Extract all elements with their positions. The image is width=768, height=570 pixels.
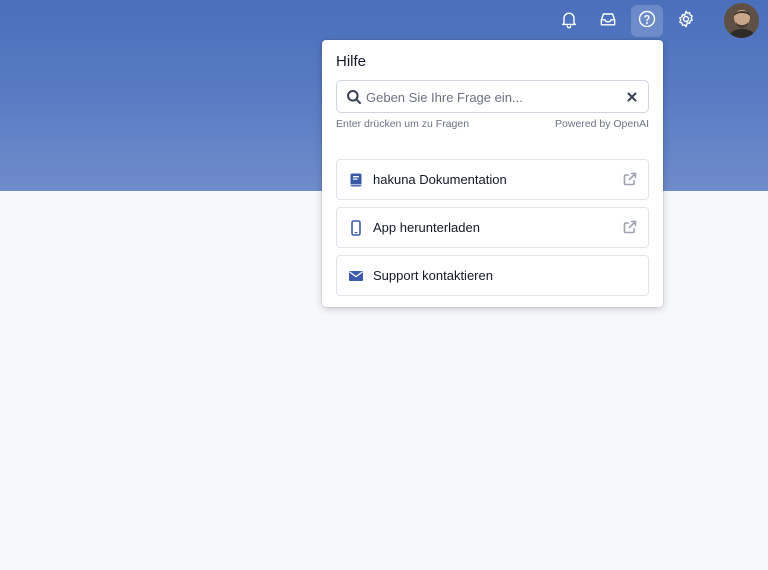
user-avatar[interactable] bbox=[724, 3, 759, 38]
link-label: hakuna Dokumentation bbox=[373, 172, 507, 187]
link-label: Support kontaktieren bbox=[373, 268, 493, 283]
gear-icon bbox=[676, 9, 696, 34]
bell-icon bbox=[559, 9, 579, 34]
powered-by: Powered by OpenAI bbox=[555, 118, 649, 130]
search-input[interactable] bbox=[366, 87, 616, 107]
link-documentation[interactable]: hakuna Dokumentation bbox=[336, 159, 649, 200]
enter-hint: Enter drücken um zu Fragen bbox=[336, 118, 470, 130]
inbox-icon bbox=[598, 9, 618, 34]
envelope-icon bbox=[348, 268, 364, 284]
link-app-download[interactable]: App herunterladen bbox=[336, 207, 649, 248]
external-link-icon bbox=[623, 172, 637, 186]
smartphone-icon bbox=[348, 220, 364, 236]
external-link-icon bbox=[623, 220, 637, 234]
search-icon bbox=[346, 89, 362, 105]
help-icon bbox=[637, 9, 657, 34]
help-button[interactable] bbox=[631, 5, 663, 37]
book-icon bbox=[348, 172, 364, 188]
search-box[interactable] bbox=[336, 80, 649, 113]
notifications-button[interactable] bbox=[553, 5, 585, 37]
help-panel: Hilfe Enter drücken um zu Fragen Powered… bbox=[322, 40, 663, 307]
close-icon[interactable] bbox=[624, 89, 640, 105]
link-label: App herunterladen bbox=[373, 220, 480, 235]
inbox-button[interactable] bbox=[592, 5, 624, 37]
link-support-contact[interactable]: Support kontaktieren bbox=[336, 255, 649, 296]
panel-title: Hilfe bbox=[336, 53, 367, 70]
settings-button[interactable] bbox=[670, 5, 702, 37]
